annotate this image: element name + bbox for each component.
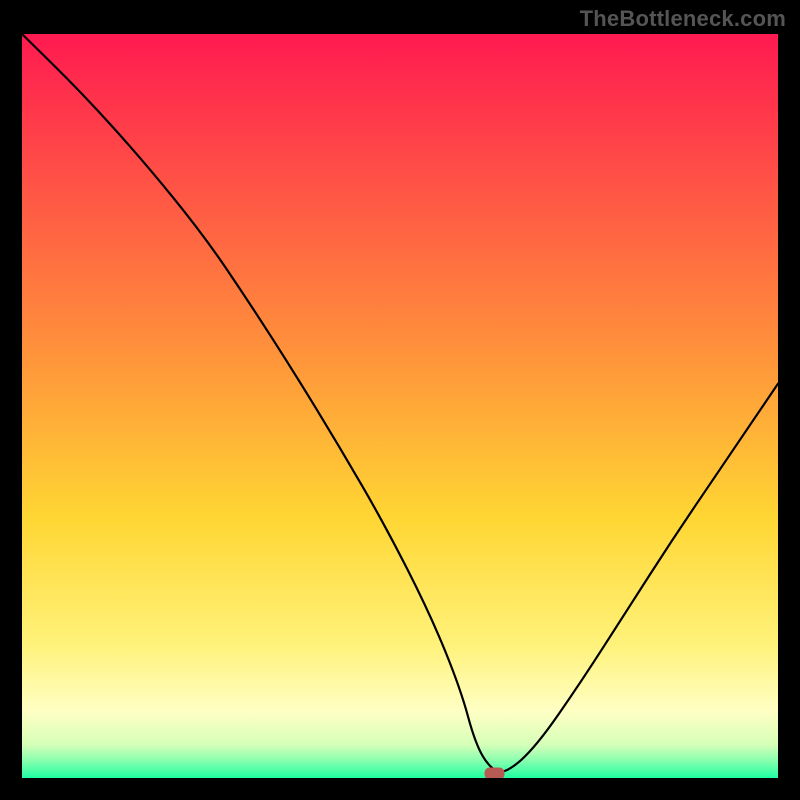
optimal-marker <box>485 768 505 778</box>
gradient-background <box>22 34 778 778</box>
chart-frame: TheBottleneck.com <box>0 0 800 800</box>
watermark-text: TheBottleneck.com <box>580 6 786 32</box>
plot-area <box>22 34 778 778</box>
bottleneck-chart-svg <box>22 34 778 778</box>
